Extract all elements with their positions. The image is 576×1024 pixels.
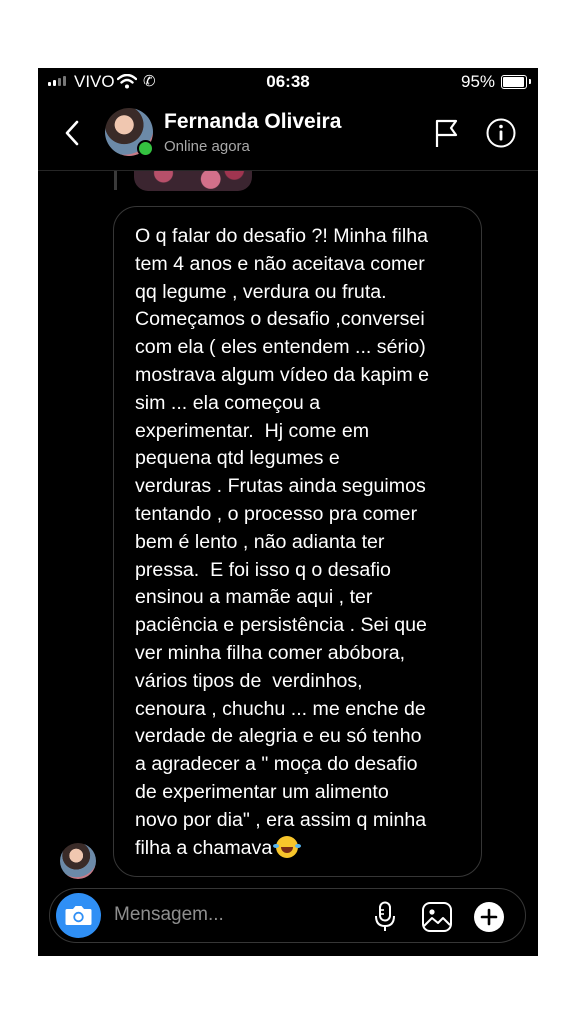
laughing-tears-emoji-icon — [273, 835, 299, 858]
battery-percent: 95% — [461, 72, 496, 91]
gallery-icon[interactable] — [421, 901, 453, 933]
camera-button[interactable] — [56, 893, 101, 938]
message-input[interactable]: Mensagem... — [114, 904, 224, 926]
chevron-left-icon[interactable] — [58, 118, 88, 148]
message-thread[interactable]: O q falar do desafio ?! Minha filha tem … — [38, 171, 538, 885]
online-status-dot — [137, 140, 154, 157]
message-text: O q falar do desafio ?! Minha filha tem … — [135, 223, 465, 862]
previous-image-message[interactable] — [134, 171, 252, 191]
camera-icon — [65, 906, 92, 925]
phone-screen: VIVO ✆ 06:38 95% Fernanda Oliveira Onlin… — [38, 68, 538, 956]
reply-indicator-line — [114, 171, 117, 190]
sender-avatar[interactable] — [60, 843, 96, 879]
plus-icon[interactable] — [474, 902, 504, 932]
status-bar: VIVO ✆ 06:38 95% — [38, 68, 538, 96]
message-body: O q falar do desafio ?! Minha filha tem … — [135, 225, 430, 859]
info-icon[interactable] — [486, 118, 516, 148]
chat-header: Fernanda Oliveira Online agora — [38, 96, 538, 171]
message-bubble[interactable]: O q falar do desafio ?! Minha filha tem … — [113, 206, 482, 877]
contact-name[interactable]: Fernanda Oliveira — [164, 110, 341, 134]
message-composer: Mensagem... — [49, 888, 526, 943]
microphone-icon[interactable] — [373, 901, 397, 933]
flag-icon[interactable] — [434, 118, 460, 148]
battery-icon — [501, 75, 531, 89]
contact-status: Online agora — [164, 138, 250, 155]
